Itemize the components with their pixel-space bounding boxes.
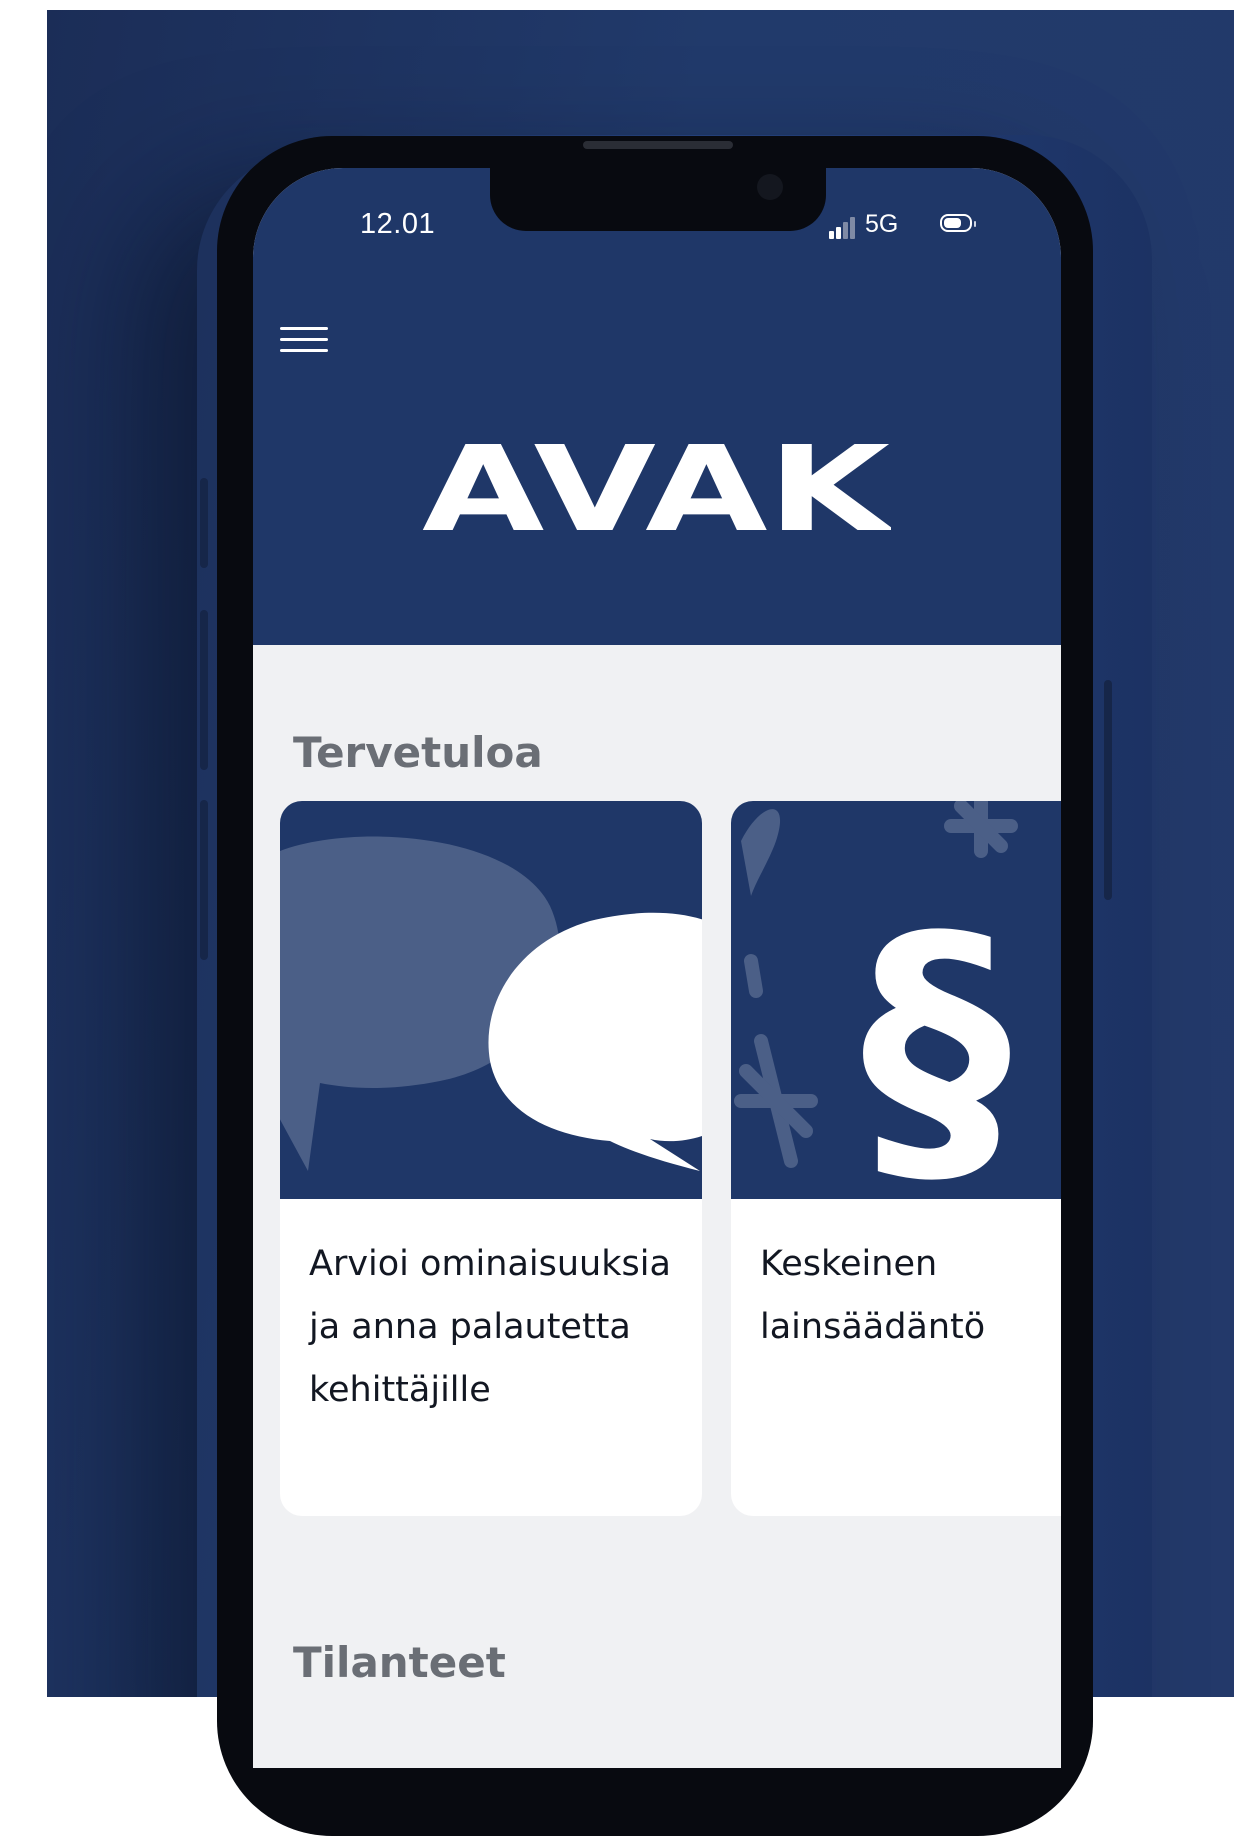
battery-icon xyxy=(940,214,976,234)
phone-screen: 12.01 5G AVAK Tervetuloa Arvioi ominaisu… xyxy=(253,168,1061,1768)
section-sign-icon: § xyxy=(734,801,1018,1199)
logo-text: AVAK xyxy=(422,430,891,540)
card-feedback[interactable]: Arvioi ominaisuuksia ja anna palautetta … xyxy=(280,801,702,1516)
situations-section-title: Tilanteet xyxy=(293,1638,506,1687)
phone-notch xyxy=(490,168,826,231)
phone-volume-down-button xyxy=(200,800,208,960)
status-time: 12.01 xyxy=(360,208,436,240)
phone-speaker xyxy=(583,141,733,149)
welcome-section-title: Tervetuloa xyxy=(293,728,543,777)
phone-power-button xyxy=(1104,680,1112,900)
svg-text:§: § xyxy=(861,873,1011,1199)
cellular-signal-icon xyxy=(829,217,863,239)
avak-logo: AVAK xyxy=(421,420,896,558)
card-legislation-image: § xyxy=(731,801,1061,1199)
card-legislation-label: Keskeinen lainsäädäntö xyxy=(760,1244,986,1347)
speech-bubbles-icon xyxy=(280,836,702,1171)
hamburger-menu-icon[interactable] xyxy=(280,325,328,355)
phone-silent-switch xyxy=(200,478,208,568)
card-feedback-image xyxy=(280,801,702,1199)
network-type: 5G xyxy=(865,210,899,238)
front-camera xyxy=(757,174,783,200)
app-header: 12.01 5G AVAK xyxy=(253,168,1061,645)
phone-volume-up-button xyxy=(200,610,208,770)
card-feedback-label: Arvioi ominaisuuksia ja anna palautetta … xyxy=(309,1244,671,1410)
card-legislation[interactable]: § Keskeinen lainsäädäntö xyxy=(731,801,1061,1516)
